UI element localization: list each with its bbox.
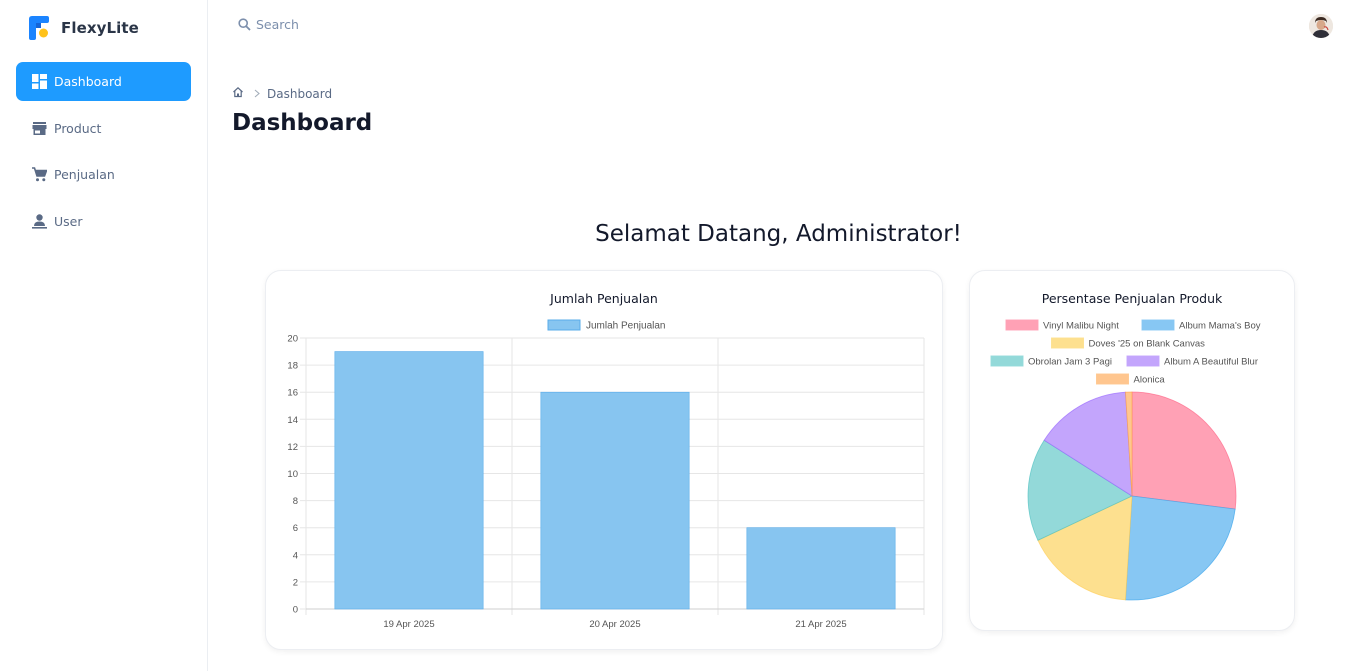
y-tick-label: 10 [287,469,298,480]
y-tick-label: 18 [287,361,298,372]
legend-swatch [1005,319,1039,331]
store-icon [32,121,47,136]
legend-swatch [547,319,581,331]
bar [540,391,690,610]
x-tick-label: 21 Apr 2025 [795,619,846,630]
avatar[interactable] [1309,14,1333,38]
x-tick-label: 20 Apr 2025 [589,619,640,630]
bar [334,351,484,610]
pie-slice [1125,495,1236,601]
sidebar: FlexyLite Dashboard Product Penjualan Us… [0,0,208,671]
sidebar-item-label: Penjualan [54,167,115,182]
pie-slice [1131,391,1237,510]
search-icon [238,18,251,31]
legend-swatch [990,355,1024,367]
search-input[interactable]: Search [238,17,299,32]
legend-swatch [1096,373,1129,385]
bar-chart-card: Jumlah Penjualan Jumlah Penjualan 0 2 4 6 8 10… [265,270,943,650]
bar [746,527,896,610]
legend-label: Album A Beautiful Blur [1164,357,1258,368]
sidebar-item-penjualan[interactable]: Penjualan [16,155,191,194]
search-placeholder: Search [256,17,299,32]
sidebar-item-label: User [54,213,83,229]
pie-chart: Vinyl Malibu Night Album Mama's Boy Doves … [990,319,1261,601]
sidebar-item-user[interactable]: User [16,202,191,241]
cart-icon [32,167,47,182]
legend-swatch [1051,337,1084,349]
pie-chart-card: Persentase Penjualan Produk Vinyl Malibu… [969,270,1295,631]
y-tick-label: 8 [293,496,298,507]
user-icon [32,213,47,229]
y-tick-label: 16 [287,388,298,399]
legend-label: Doves '25 on Blank Canvas [1089,339,1206,350]
y-tick-label: 6 [293,523,298,534]
x-tick-label: 19 Apr 2025 [383,619,434,630]
legend-label: Vinyl Malibu Night [1043,321,1119,332]
legend-swatch [1126,355,1160,367]
topbar: Search [208,0,1349,52]
sidebar-item-label: Product [54,120,102,136]
y-tick-label: 0 [293,605,298,616]
y-tick-label: 2 [293,577,298,588]
sidebar-item-dashboard[interactable]: Dashboard [16,62,191,101]
y-tick-label: 14 [287,415,298,426]
breadcrumb-current: Dashboard [267,86,333,101]
home-icon[interactable] [232,86,244,101]
y-tick-label: 4 [293,550,298,561]
y-tick-label: 12 [287,442,298,453]
sidebar-nav: Dashboard Product Penjualan User [16,62,191,248]
flexylite-logo-icon [28,15,50,41]
y-tick-label: 20 [287,334,298,345]
sidebar-item-label: Dashboard [54,74,122,89]
dashboard-icon [32,74,47,89]
page-title: Dashboard [232,110,373,136]
welcome-heading: Selamat Datang, Administrator! [595,221,962,247]
brand-logo[interactable]: FlexyLite [28,14,139,42]
legend-label: Alonica [1134,375,1166,386]
legend-label: Album Mama's Boy [1179,321,1261,332]
sidebar-item-product[interactable]: Product [16,109,191,148]
chevron-right-icon [254,87,260,101]
legend-swatch [1141,319,1175,331]
app-name: FlexyLite [61,19,139,37]
breadcrumb: Dashboard [232,86,332,101]
legend-label: Obrolan Jam 3 Pagi [1028,357,1112,368]
legend-label: Jumlah Penjualan [586,321,666,332]
bar-chart: Jumlah Penjualan 0 2 4 6 8 10 12 14 16 18 20 19 Apr … [287,319,925,630]
